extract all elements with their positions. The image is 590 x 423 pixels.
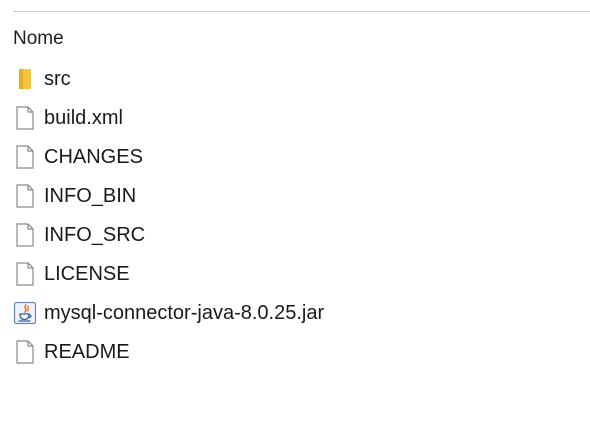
- file-icon: [12, 261, 38, 287]
- file-icon: [12, 339, 38, 365]
- column-header-name[interactable]: Nome: [13, 27, 64, 51]
- file-icon: [12, 183, 38, 209]
- file-name: INFO_BIN: [44, 184, 137, 207]
- file-row-build-xml[interactable]: build.xml: [12, 98, 324, 137]
- file-row-license[interactable]: LICENSE: [12, 254, 324, 293]
- file-icon: [12, 105, 38, 131]
- file-row-readme[interactable]: README: [12, 332, 324, 371]
- file-icon: [12, 222, 38, 248]
- file-name: build.xml: [44, 106, 123, 129]
- folder-icon: [12, 66, 38, 92]
- file-name: mysql-connector-java-8.0.25.jar: [44, 301, 325, 324]
- header-divider: [14, 11, 590, 12]
- java-jar-icon: [12, 300, 38, 326]
- file-name: LICENSE: [44, 262, 130, 285]
- file-list: src build.xml CHANGES INFO_BIN INFO_SRC …: [12, 59, 324, 371]
- file-name: INFO_SRC: [44, 223, 146, 246]
- file-row-changes[interactable]: CHANGES: [12, 137, 324, 176]
- file-row-info-src[interactable]: INFO_SRC: [12, 215, 324, 254]
- file-name: README: [44, 340, 130, 363]
- file-name: src: [44, 67, 71, 90]
- file-row-mysql-connector-jar[interactable]: mysql-connector-java-8.0.25.jar: [12, 293, 324, 332]
- file-row-info-bin[interactable]: INFO_BIN: [12, 176, 324, 215]
- file-row-src[interactable]: src: [12, 59, 324, 98]
- file-name: CHANGES: [44, 145, 143, 168]
- file-icon: [12, 144, 38, 170]
